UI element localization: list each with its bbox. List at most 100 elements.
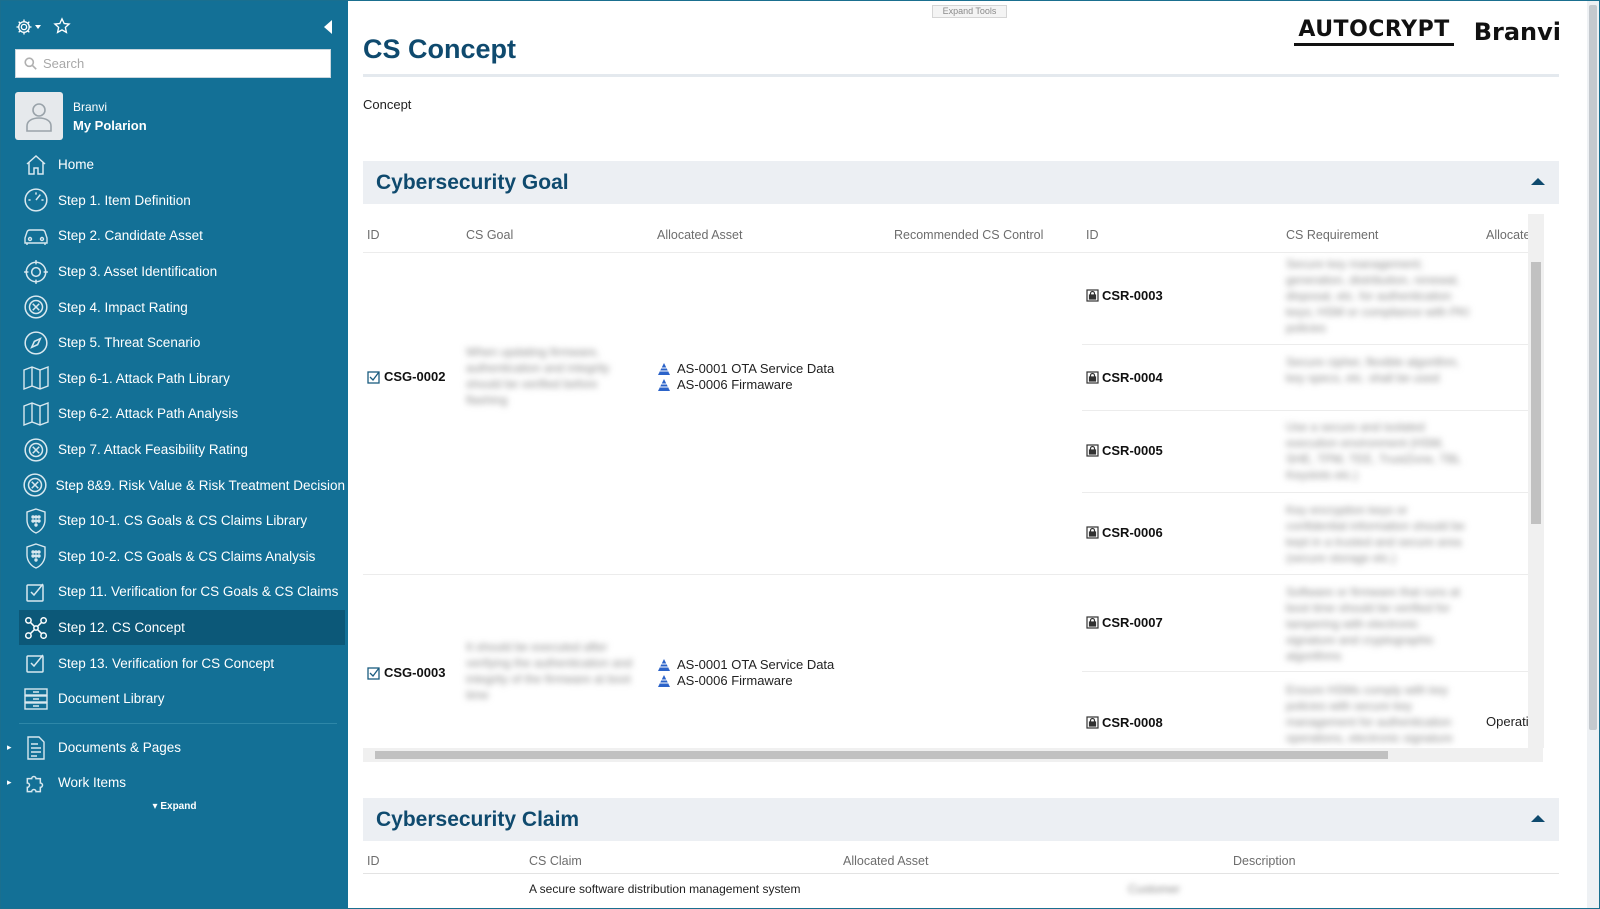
sidebar-item-step5[interactable]: Step 5. Threat Scenario: [19, 325, 345, 361]
requirement-id-link[interactable]: CSR-0005: [1086, 443, 1163, 458]
map-icon: [21, 399, 51, 429]
expand-caret-icon[interactable]: ▸: [7, 777, 19, 788]
sidebar-item-label: Step 10-2. CS Goals & CS Claims Analysis: [58, 548, 316, 564]
scrollbar-thumb[interactable]: [1589, 5, 1597, 730]
sidebar-item-step4[interactable]: Step 4. Impact Rating: [19, 289, 345, 325]
vertical-scrollbar[interactable]: [1528, 214, 1544, 748]
tree-item-work-items[interactable]: ▸ Work Items: [7, 765, 337, 800]
sidebar-item-step2[interactable]: Step 2. Candidate Asset: [19, 218, 345, 254]
search-input[interactable]: [43, 56, 323, 71]
puzzle-icon: [21, 768, 51, 798]
sidebar-item-document-library[interactable]: Document Library: [19, 681, 345, 717]
compass-icon: [21, 328, 51, 358]
favorites-button[interactable]: [53, 17, 73, 37]
logos: AUTOCRYPT Branvi: [1294, 17, 1561, 46]
asset-link[interactable]: AS-0006 Firmaware: [657, 673, 834, 689]
tree-item-documents-pages[interactable]: ▸ Documents & Pages: [7, 730, 337, 765]
sidebar-item-step7[interactable]: Step 7. Attack Feasibility Rating: [19, 432, 345, 468]
sidebar-item-step12[interactable]: Step 12. CS Concept: [19, 609, 345, 646]
requirement-id-link[interactable]: CSR-0007: [1086, 615, 1163, 630]
row-divider: [1082, 492, 1542, 493]
sidebar-item-label: Step 6-1. Attack Path Library: [58, 370, 230, 386]
sidebar-item-step11[interactable]: Step 11. Verification for CS Goals & CS …: [19, 574, 345, 610]
sidebar-item-label: Step 11. Verification for CS Goals & CS …: [58, 584, 339, 600]
row-divider: [363, 574, 1543, 575]
goal-text: When updating firmware, authentication a…: [466, 345, 610, 407]
requirement-id-link[interactable]: CSR-0006: [1086, 525, 1163, 540]
network-icon: [21, 613, 51, 643]
requirement-id: CSR-0005: [1102, 443, 1163, 458]
sidebar-nav: Home Step 1. Item Definition Step 2. Can…: [19, 147, 345, 717]
requirement-id-link[interactable]: CSR-0008: [1086, 715, 1163, 730]
column-header: CS Requirement: [1286, 228, 1379, 242]
collapse-arrow-icon[interactable]: [1531, 178, 1545, 185]
row-divider: [1082, 410, 1542, 411]
asset-label: AS-0006 Firmaware: [677, 673, 793, 688]
expand-button[interactable]: ▾ Expand: [1, 801, 348, 812]
sidebar-item-label: Home: [58, 157, 95, 173]
sidebar-item-step3[interactable]: Step 3. Asset Identification: [19, 254, 345, 290]
horizontal-scrollbar[interactable]: [363, 748, 1543, 762]
user-profile[interactable]: Branvi My Polarion: [15, 92, 335, 140]
goal-id-link[interactable]: CSG-0003: [367, 665, 445, 680]
claim-section-header: Cybersecurity Claim: [363, 798, 1559, 841]
goal-id-link[interactable]: CSG-0002: [367, 369, 445, 384]
requirement-text: Ensure HSMs comply with key policies wit…: [1286, 683, 1453, 745]
search-box[interactable]: [15, 49, 331, 78]
my-polarion-link[interactable]: My Polarion: [73, 118, 147, 133]
requirement-id-link[interactable]: CSR-0003: [1086, 288, 1163, 303]
page-scrollbar[interactable]: [1587, 1, 1599, 908]
collapse-arrow-icon[interactable]: [1531, 815, 1545, 822]
collapse-sidebar-button[interactable]: [323, 19, 335, 35]
goal-table: ID CS Goal Allocated Asset Recommended C…: [363, 214, 1559, 748]
sidebar-item-step1[interactable]: Step 1. Item Definition: [19, 183, 345, 219]
sidebar-item-home[interactable]: Home: [19, 147, 345, 183]
sidebar-item-step10-1[interactable]: Step 10-1. CS Goals & CS Claims Library: [19, 503, 345, 539]
requirement-text: Software or firmware that runs at boot t…: [1286, 585, 1461, 663]
user-name: Branvi: [73, 99, 108, 114]
sidebar-item-label: Step 10-1. CS Goals & CS Claims Library: [58, 513, 308, 529]
header-divider: [363, 252, 1543, 253]
sidebar-item-step10-2[interactable]: Step 10-2. CS Goals & CS Claims Analysis: [19, 539, 345, 575]
page-title: CS Concept: [363, 34, 517, 64]
main-content: Expand Tools CS Concept AUTOCRYPT Branvi…: [348, 1, 1599, 908]
asset-link[interactable]: AS-0006 Firmaware: [657, 377, 834, 393]
requirement-text: Key encryption keys or confidential info…: [1286, 503, 1465, 565]
sidebar-item-label: Step 12. CS Concept: [58, 620, 185, 636]
asset-link[interactable]: AS-0001 OTA Service Data: [657, 361, 834, 377]
checkbox-icon: [367, 370, 380, 384]
sidebar-item-step6-1[interactable]: Step 6-1. Attack Path Library: [19, 361, 345, 397]
checklist-icon: [21, 648, 51, 678]
lock-icon: [1086, 371, 1099, 384]
search-icon: [24, 57, 37, 70]
asset-link[interactable]: AS-0001 OTA Service Data: [657, 657, 834, 673]
shield-icon: [21, 541, 51, 571]
claim-text: A secure software distribution managemen…: [529, 882, 801, 896]
sidebar-item-label: Step 2. Candidate Asset: [58, 228, 203, 244]
asset-label: AS-0001 OTA Service Data: [677, 361, 835, 376]
goal-text: It should be executed after verifying th…: [466, 640, 633, 702]
home-icon: [21, 150, 51, 180]
branvi-logo: Branvi: [1473, 17, 1561, 46]
expand-caret-icon[interactable]: ▸: [7, 742, 19, 753]
sidebar-item-step13[interactable]: Step 13. Verification for CS Concept: [19, 645, 345, 681]
header-divider: [363, 873, 1559, 874]
sidebar-item-step8-9[interactable]: Step 8&9. Risk Value & Risk Treatment De…: [19, 467, 345, 503]
lock-icon: [1086, 289, 1099, 302]
sidebar-item-label: Step 3. Asset Identification: [58, 264, 218, 280]
sidebar-item-label: Step 4. Impact Rating: [58, 299, 188, 315]
caret-down-icon: ▾: [152, 801, 158, 812]
goal-id: CSG-0002: [384, 369, 446, 384]
scrollbar-thumb[interactable]: [375, 751, 1388, 759]
sidebar-item-step6-2[interactable]: Step 6-2. Attack Path Analysis: [19, 396, 345, 432]
requirement-id: CSR-0007: [1102, 615, 1163, 630]
settings-menu-button[interactable]: [15, 17, 45, 37]
requirement-id-link[interactable]: CSR-0004: [1086, 370, 1163, 385]
lock-icon: [1086, 444, 1099, 457]
expand-tools-button[interactable]: Expand Tools: [932, 5, 1007, 18]
requirement-text: Secure cipher, flexible algorithm, key s…: [1286, 355, 1460, 385]
sidebar-item-label: Step 5. Threat Scenario: [58, 335, 201, 351]
row-divider: [1082, 344, 1542, 345]
scrollbar-thumb[interactable]: [1531, 262, 1541, 524]
column-header: ID: [367, 228, 380, 242]
